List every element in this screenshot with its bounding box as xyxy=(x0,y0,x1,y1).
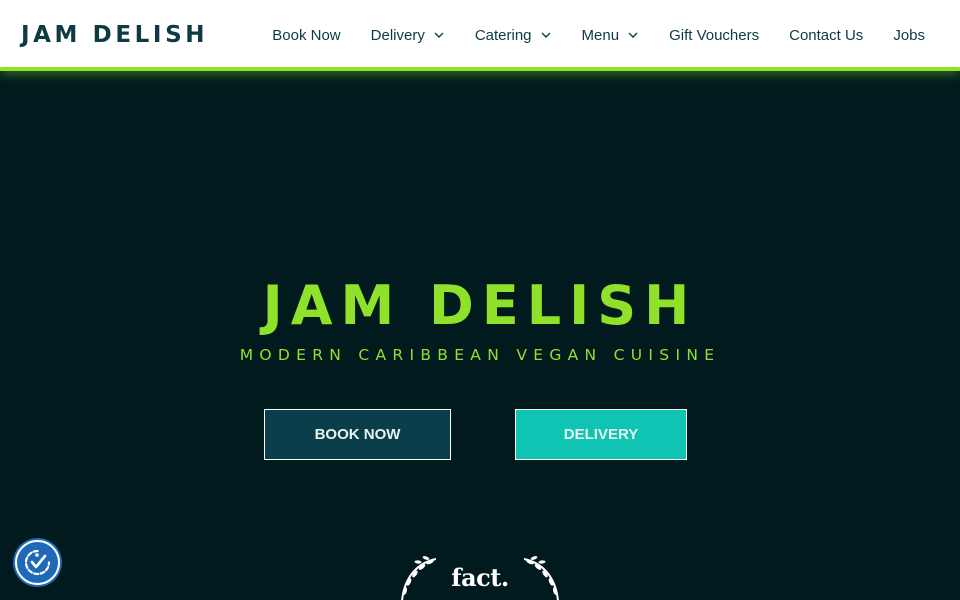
main-nav: Book Now Delivery Catering Menu Gift Vou… xyxy=(272,0,960,70)
accessibility-icon xyxy=(24,549,51,576)
nav-item-label: Book Now xyxy=(272,26,341,44)
site-header: JAM DELISH Book Now Delivery Catering Me… xyxy=(0,0,960,71)
nav-item-label: Catering xyxy=(474,26,532,44)
site-logo[interactable]: JAM DELISH xyxy=(21,21,208,49)
nav-item-contact-us[interactable]: Contact Us xyxy=(789,0,863,70)
nav-item-gift-vouchers[interactable]: Gift Vouchers xyxy=(669,0,759,70)
laurel-wreath-icon xyxy=(523,556,559,600)
nav-item-label: Gift Vouchers xyxy=(669,26,760,44)
accessibility-button[interactable] xyxy=(15,540,60,585)
nav-item-book-now[interactable]: Book Now xyxy=(272,0,340,70)
nav-item-label: Jobs xyxy=(893,26,925,44)
nav-item-menu[interactable]: Menu xyxy=(582,0,640,70)
nav-item-label: Delivery xyxy=(370,26,425,44)
chevron-down-icon xyxy=(627,29,639,41)
chevron-down-icon xyxy=(433,29,445,41)
nav-item-label: Menu xyxy=(581,26,620,44)
chevron-down-icon xyxy=(540,29,552,41)
award-badge: fact. xyxy=(390,553,570,600)
nav-item-jobs[interactable]: Jobs xyxy=(893,0,925,70)
hero-subtitle: MODERN CARIBBEAN VEGAN CUISINE xyxy=(239,346,721,364)
book-now-button[interactable]: BOOK NOW xyxy=(264,409,451,460)
hero-section: JAM DELISH MODERN CARIBBEAN VEGAN CUISIN… xyxy=(0,75,960,600)
delivery-button[interactable]: DELIVERY xyxy=(515,409,687,460)
nav-item-label: Contact Us xyxy=(789,26,864,44)
nav-item-delivery[interactable]: Delivery xyxy=(371,0,445,70)
hero-title: JAM DELISH xyxy=(262,274,698,337)
nav-item-catering[interactable]: Catering xyxy=(475,0,552,70)
